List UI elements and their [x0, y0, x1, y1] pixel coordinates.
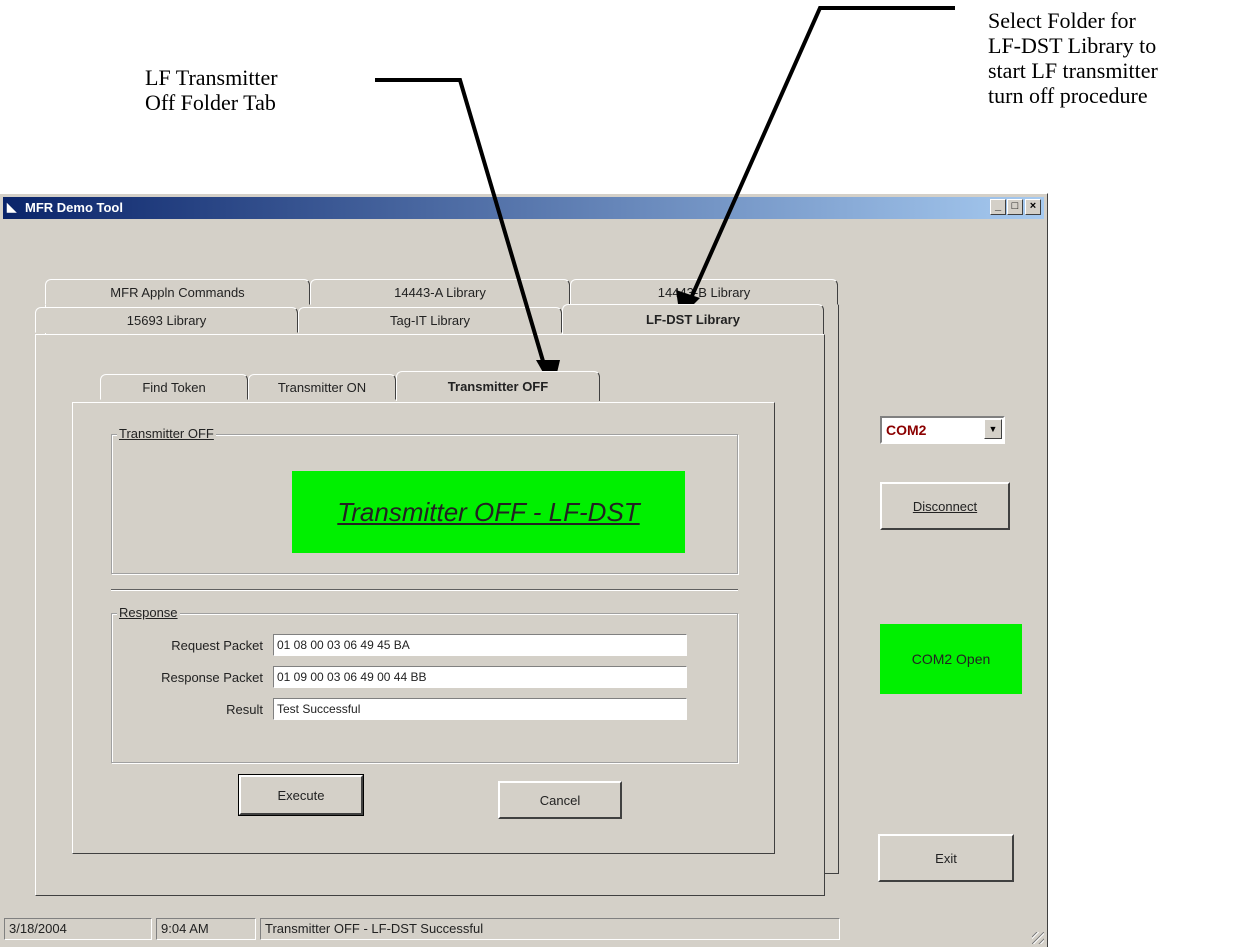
- arrow-lf-dst-library: [686, 6, 955, 306]
- tab-lf-dst-library[interactable]: LF-DST Library: [562, 304, 824, 334]
- arrow-transmitter-off-tab: [375, 78, 550, 379]
- annotation-arrows: [375, 6, 955, 390]
- subtab-transmitter-off[interactable]: Transmitter OFF: [396, 371, 600, 401]
